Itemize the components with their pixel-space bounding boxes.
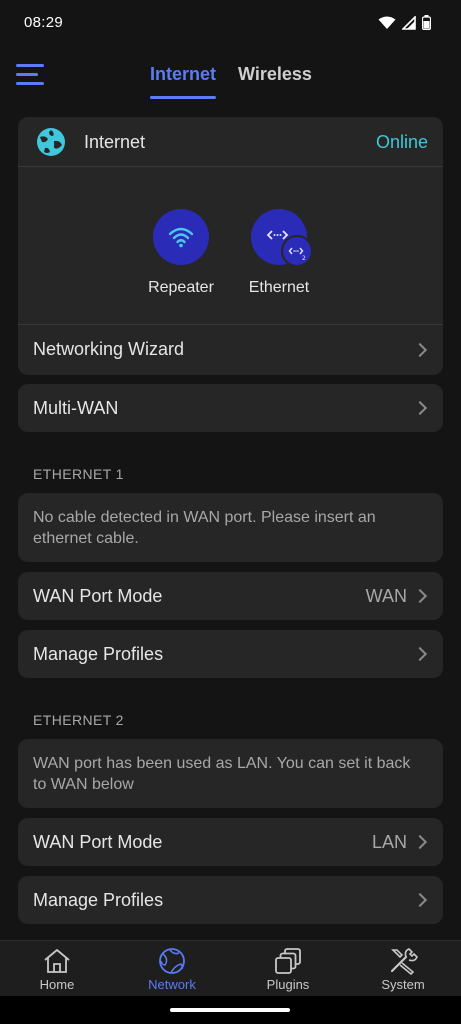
battery-icon (422, 15, 431, 30)
ethernet1-header: ETHERNET 1 (33, 466, 124, 482)
ethernet-circle: 2 (251, 209, 313, 267)
internet-title: Internet (84, 132, 146, 152)
ethernet1-wan-port-mode-row[interactable]: WAN Port Mode WAN (18, 572, 443, 620)
multi-wan-label: Multi-WAN (33, 398, 119, 418)
nav-network-label: Network (148, 977, 196, 992)
chevron-right-icon (412, 400, 428, 416)
active-tab-indicator (150, 96, 216, 99)
manage-profiles-label: Manage Profiles (33, 644, 164, 664)
bottom-nav: Home Network Plugins System (0, 940, 461, 996)
multi-wan-row[interactable]: Multi-WAN (18, 384, 443, 432)
nav-network[interactable]: Network (127, 947, 217, 992)
ethernet1-note: No cable detected in WAN port. Please in… (33, 509, 376, 547)
ethernet-small-icon: 2 (288, 247, 306, 262)
wan-port-mode-label: WAN Port Mode (33, 586, 163, 606)
mode-repeater-button[interactable]: Repeater (136, 209, 226, 297)
chevron-right-icon (412, 646, 428, 662)
tab-internet[interactable]: Internet (150, 64, 216, 85)
ethernet2-wan-port-mode-row[interactable]: WAN Port Mode LAN (18, 818, 443, 866)
ethernet-badge-number: 2 (302, 255, 306, 262)
wifi-icon (168, 227, 194, 248)
wan-port-mode-value: WAN (365, 586, 407, 606)
nav-plugins[interactable]: Plugins (243, 947, 333, 992)
divider (18, 166, 443, 167)
tools-icon (390, 948, 418, 975)
nav-home-label: Home (39, 977, 75, 992)
ethernet1-note-card: No cable detected in WAN port. Please in… (18, 493, 443, 562)
networking-wizard-label[interactable]: Networking Wizard (33, 339, 184, 360)
chevron-right-icon (412, 892, 428, 908)
ethernet-label: Ethernet (248, 279, 310, 296)
status-icons (378, 15, 431, 30)
internet-status: Online (375, 132, 428, 152)
ethernet-badge: 2 (281, 235, 313, 267)
menu-icon[interactable] (16, 64, 46, 88)
nav-home[interactable]: Home (12, 947, 102, 992)
wan-port-mode-label: WAN Port Mode (33, 832, 163, 852)
ethernet1-manage-profiles-row[interactable]: Manage Profiles (18, 630, 443, 678)
chevron-right-icon (412, 342, 428, 358)
gesture-bar (0, 996, 461, 1024)
plugins-icon (275, 948, 301, 974)
chevron-right-icon (412, 588, 428, 604)
ethernet2-note-card: WAN port has been used as LAN. You can s… (18, 739, 443, 808)
internet-card: Internet Online Repeater 2 Ethernet Netw… (18, 117, 443, 375)
wan-port-mode-value: LAN (371, 832, 407, 852)
mode-ethernet-button[interactable]: 2 Ethernet (234, 209, 324, 297)
status-time: 08:29 (24, 14, 64, 31)
home-indicator[interactable] (170, 1008, 290, 1012)
ethernet2-note: WAN port has been used as LAN. You can s… (33, 755, 411, 793)
ethernet2-manage-profiles-row[interactable]: Manage Profiles (18, 876, 443, 924)
manage-profiles-label: Manage Profiles (33, 890, 164, 910)
globe-icon (37, 128, 65, 156)
globe-icon (159, 948, 185, 974)
wifi-icon (378, 16, 396, 29)
status-bar: 08:29 (0, 0, 461, 48)
top-header: Internet Wireless (0, 48, 461, 104)
nav-system[interactable]: System (358, 947, 448, 992)
tab-wireless[interactable]: Wireless (238, 64, 312, 85)
chevron-right-icon (412, 834, 428, 850)
nav-plugins-label: Plugins (266, 977, 310, 992)
ethernet2-header: ETHERNET 2 (33, 712, 124, 728)
divider (18, 324, 443, 325)
repeater-label: Repeater (148, 279, 214, 296)
repeater-circle (153, 209, 209, 265)
cellular-signal-icon (402, 15, 416, 30)
home-icon (44, 949, 70, 973)
nav-system-label: System (381, 977, 425, 992)
